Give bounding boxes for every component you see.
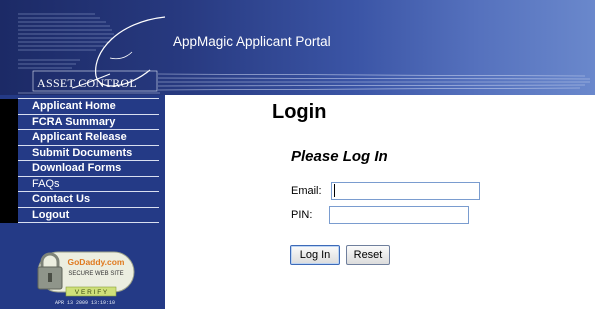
- logo-text: ASSET CONTROL: [37, 76, 138, 90]
- email-label: Email:: [291, 185, 322, 197]
- godaddy-secure-seal[interactable]: GoDaddy.com SECURE WEB SITE V E R I F Y …: [32, 246, 138, 306]
- reset-button[interactable]: Reset: [346, 245, 390, 265]
- nav-markers: [0, 99, 18, 223]
- pin-field[interactable]: [329, 206, 469, 224]
- sidebar-item-contact-us[interactable]: Contact Us: [18, 192, 159, 208]
- nav-marker: [0, 99, 18, 115]
- nav-marker: [0, 130, 18, 146]
- sidebar-item-logout[interactable]: Logout: [18, 208, 159, 223]
- sidebar-item-fcra-summary[interactable]: FCRA Summary: [18, 115, 159, 130]
- sidebar-item-submit-documents[interactable]: Submit Documents: [18, 146, 159, 161]
- nav-marker: [0, 114, 18, 130]
- login-subtitle: Please Log In: [291, 148, 388, 165]
- header-banner: AppMagic Applicant Portal ASSET CONTROL: [0, 0, 595, 95]
- seal-date: APR 13 2009 13:19:10: [55, 300, 115, 306]
- nav-marker: [0, 192, 18, 208]
- sidebar-item-applicant-home[interactable]: Applicant Home: [18, 99, 159, 115]
- seal-line: SECURE WEB SITE: [68, 271, 123, 277]
- seal-verify: V E R I F Y: [75, 289, 108, 296]
- portal-title: AppMagic Applicant Portal: [173, 34, 331, 49]
- nav-marker: [0, 161, 18, 177]
- sidebar-item-faqs[interactable]: FAQs: [18, 177, 159, 192]
- login-button[interactable]: Log In: [290, 245, 340, 265]
- sidebar-item-download-forms[interactable]: Download Forms: [18, 161, 159, 177]
- sidebar-item-applicant-release[interactable]: Applicant Release: [18, 130, 159, 146]
- text-caret: [334, 184, 335, 197]
- pin-label: PIN:: [291, 209, 313, 221]
- nav-marker: [0, 207, 18, 223]
- nav-marker: [0, 176, 18, 192]
- sidebar-nav: Applicant Home FCRA Summary Applicant Re…: [18, 98, 159, 223]
- email-field[interactable]: [331, 182, 480, 200]
- page-title: Login: [272, 101, 327, 123]
- nav-marker: [0, 145, 18, 161]
- seal-brand: GoDaddy.com: [68, 257, 125, 267]
